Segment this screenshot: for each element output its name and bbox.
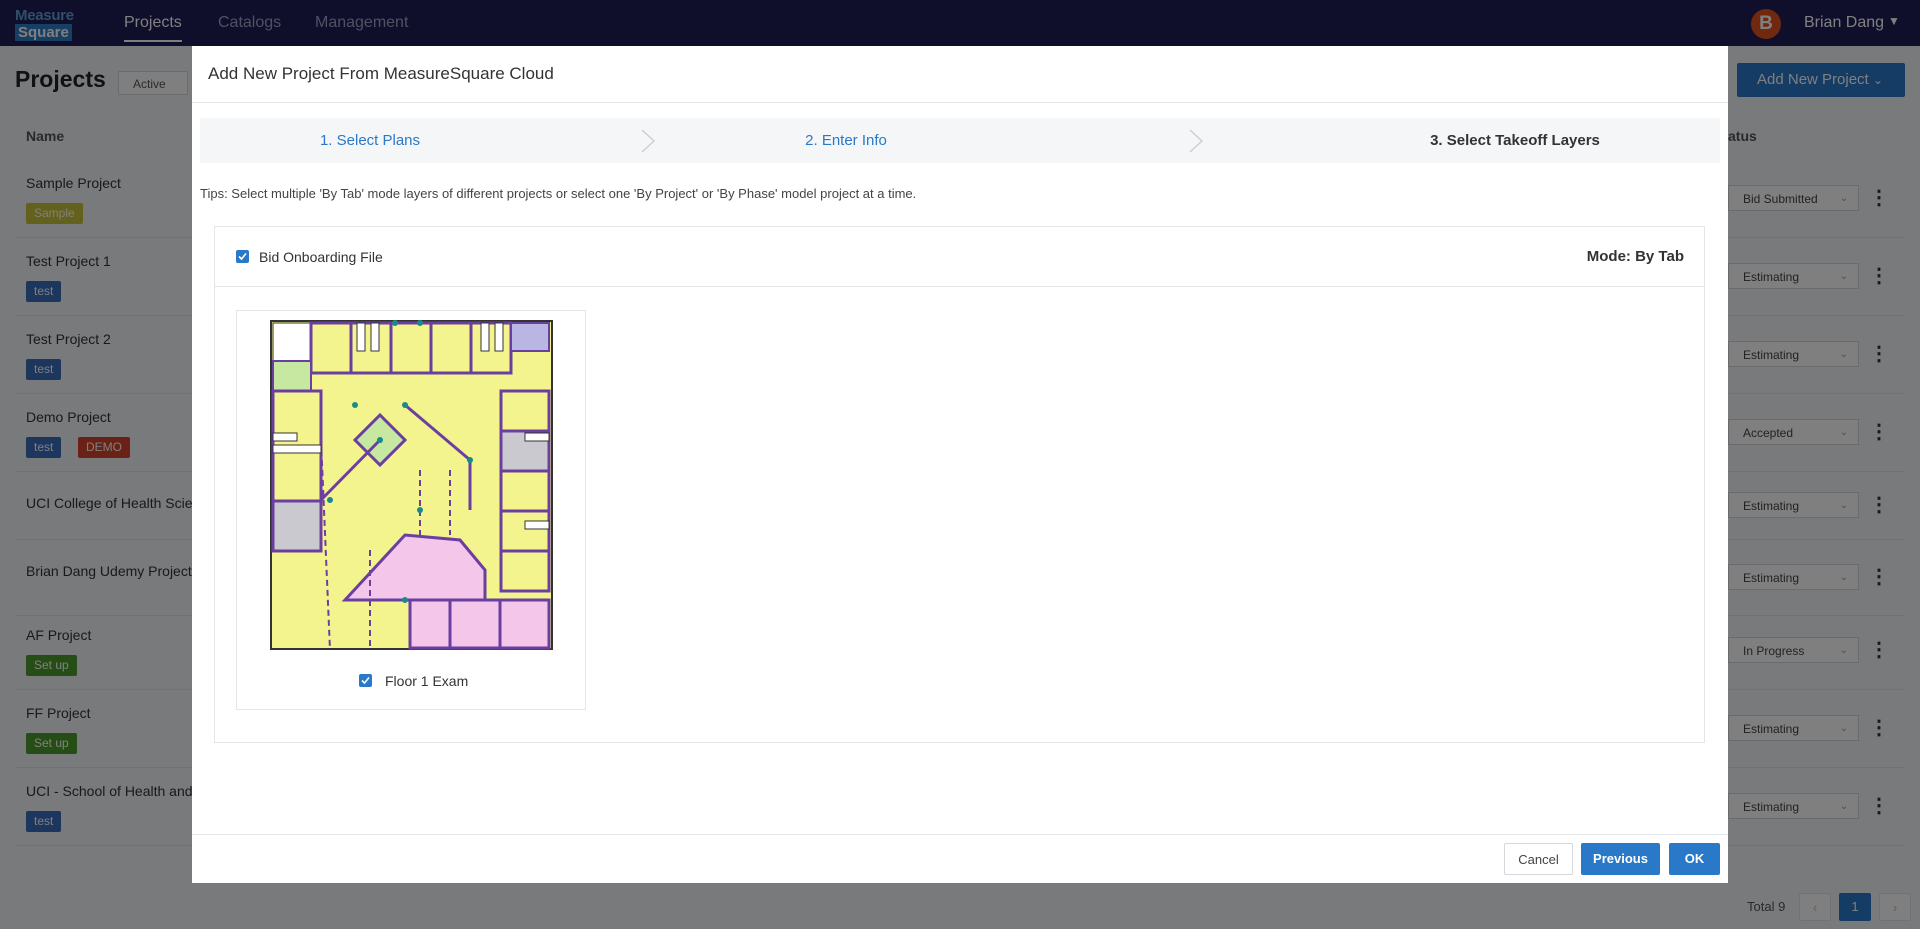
step-select-plans[interactable]: 1. Select Plans xyxy=(200,118,540,163)
step-chevron-icon xyxy=(641,129,655,153)
checkmark-icon xyxy=(361,676,370,685)
cancel-button[interactable]: Cancel xyxy=(1504,843,1573,875)
divider xyxy=(192,834,1728,835)
file-checkbox[interactable] xyxy=(236,250,249,263)
previous-button[interactable]: Previous xyxy=(1581,843,1660,875)
file-name-label[interactable]: Bid Onboarding File xyxy=(259,249,383,265)
layer-card[interactable]: Floor 1 Exam xyxy=(236,310,586,710)
step-select-takeoff-layers: 3. Select Takeoff Layers xyxy=(1430,132,1600,149)
step-chevron-icon xyxy=(1189,129,1203,153)
add-project-dialog: Add New Project From MeasureSquare Cloud… xyxy=(192,46,1728,883)
step-indicator: 1. Select Plans 2. Enter Info 3. Select … xyxy=(200,118,1720,163)
step-enter-info[interactable]: 2. Enter Info xyxy=(656,118,1036,163)
layer-checkbox[interactable] xyxy=(359,674,372,687)
project-layer-panel: Bid Onboarding File Mode: By Tab Floor 1… xyxy=(214,226,1705,743)
tips-text: Tips: Select multiple 'By Tab' mode laye… xyxy=(200,186,917,201)
layer-name-label[interactable]: Floor 1 Exam xyxy=(385,673,468,689)
checkmark-icon xyxy=(238,252,247,261)
dialog-title: Add New Project From MeasureSquare Cloud xyxy=(208,64,554,83)
floor-plan-thumbnail[interactable] xyxy=(270,320,553,650)
mode-label: Mode: By Tab xyxy=(1586,248,1684,265)
panel-header: Bid Onboarding File Mode: By Tab xyxy=(215,227,1704,287)
divider xyxy=(192,102,1728,103)
ok-button[interactable]: OK xyxy=(1669,843,1720,875)
